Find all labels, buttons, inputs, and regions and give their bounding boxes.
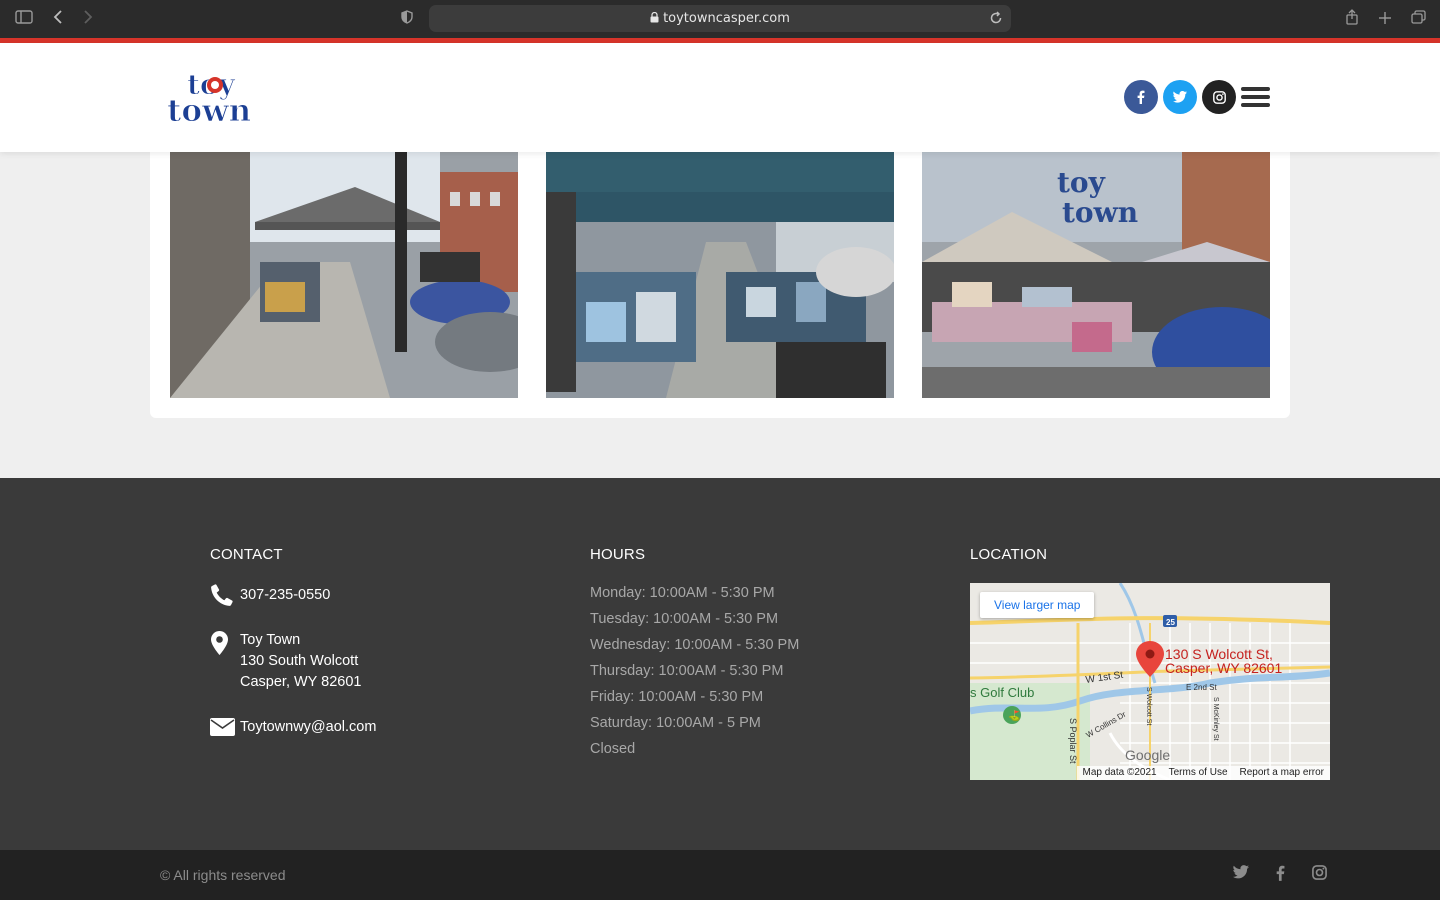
map-terms-link[interactable]: Terms of Use bbox=[1169, 766, 1228, 780]
location-pin-icon bbox=[211, 631, 228, 660]
map-pin-label-line1: 130 S Wolcott St, bbox=[1165, 646, 1273, 662]
map-pin-label-line2: Casper, WY 82601 bbox=[1165, 660, 1283, 676]
map-attribution-bar: Map data ©2021 Terms of Use Report a map… bbox=[1076, 766, 1330, 780]
google-wordmark: Google bbox=[1125, 747, 1170, 763]
instagram-icon bbox=[1212, 90, 1226, 104]
back-icon[interactable] bbox=[48, 9, 68, 29]
phone-icon bbox=[210, 583, 234, 612]
contact-address-name: Toy Town bbox=[240, 632, 301, 648]
facebook-icon bbox=[1137, 90, 1145, 104]
map-street-2nd: E 2nd St bbox=[1186, 683, 1217, 692]
hours-line: Saturday: 10:00AM - 5 PM bbox=[590, 715, 761, 731]
twitter-icon bbox=[1173, 91, 1187, 103]
location-heading: LOCATION bbox=[970, 546, 1048, 563]
hours-line: Thursday: 10:00AM - 5:30 PM bbox=[590, 663, 784, 679]
facebook-button[interactable] bbox=[1124, 80, 1158, 114]
envelope-icon bbox=[210, 718, 235, 741]
contact-address-city: Casper, WY 82601 bbox=[240, 674, 362, 690]
menu-hamburger-icon[interactable] bbox=[1241, 87, 1270, 109]
hours-line: Closed bbox=[590, 741, 636, 757]
map-street-mckinley: S McKinley St bbox=[1212, 697, 1219, 741]
privacy-shield-icon[interactable] bbox=[397, 9, 417, 29]
map-report-link[interactable]: Report a map error bbox=[1240, 766, 1324, 780]
url-display: toytowncasper.com bbox=[429, 5, 1011, 32]
hours-line: Monday: 10:00AM - 5:30 PM bbox=[590, 585, 775, 601]
photo-gallery: toy town bbox=[150, 130, 1290, 418]
forward-icon[interactable] bbox=[78, 9, 98, 29]
view-larger-map-button[interactable]: View larger map bbox=[980, 592, 1095, 618]
lock-icon bbox=[650, 11, 659, 23]
browser-toolbar: toytowncasper.com bbox=[0, 0, 1440, 38]
gallery-photo-sidewalk-tent[interactable] bbox=[170, 152, 518, 398]
map-street-poplar: S Poplar St bbox=[1068, 718, 1078, 764]
map-data-credit: Map data ©2021 bbox=[1082, 767, 1157, 778]
twitter-icon[interactable] bbox=[1233, 865, 1253, 885]
contact-email[interactable]: Toytownwy@aol.com bbox=[240, 717, 376, 738]
instagram-button[interactable] bbox=[1202, 80, 1236, 114]
share-icon[interactable] bbox=[1342, 9, 1362, 29]
embedded-map[interactable]: 25 ⛳ s Golf Club W 1st St E 2nd St S Pop… bbox=[970, 583, 1330, 780]
copyright-text: © All rights reserved bbox=[160, 867, 286, 883]
reload-icon[interactable] bbox=[989, 11, 1003, 25]
logo-bottom-text: town bbox=[167, 93, 251, 126]
gallery-photo-blue-tent[interactable] bbox=[546, 152, 894, 398]
svg-text:toy: toy bbox=[1057, 166, 1106, 199]
sidebar-toggle-icon[interactable] bbox=[14, 9, 34, 29]
bottom-bar: © All rights reserved bbox=[0, 850, 1440, 900]
hours-heading: HOURS bbox=[590, 546, 646, 563]
new-tab-icon[interactable] bbox=[1375, 9, 1395, 29]
twitter-button[interactable] bbox=[1163, 80, 1197, 114]
map-street-wolcott: S Wolcott St bbox=[1145, 687, 1152, 725]
svg-text:⛳: ⛳ bbox=[1008, 709, 1020, 722]
hours-line: Friday: 10:00AM - 5:30 PM bbox=[590, 689, 764, 705]
tab-overview-icon[interactable] bbox=[1408, 9, 1428, 29]
contact-phone[interactable]: 307-235-0550 bbox=[240, 585, 330, 606]
toy-town-logo[interactable]: toy town bbox=[165, 68, 275, 130]
map-golf-label: s Golf Club bbox=[970, 685, 1034, 700]
facebook-icon[interactable] bbox=[1276, 865, 1296, 885]
svg-text:town: town bbox=[1062, 196, 1138, 229]
site-header: toy town bbox=[0, 43, 1440, 152]
address-bar[interactable]: toytowncasper.com bbox=[429, 5, 1011, 32]
contact-address-street: 130 South Wolcott bbox=[240, 653, 359, 669]
contact-heading: CONTACT bbox=[210, 546, 283, 563]
instagram-icon[interactable] bbox=[1312, 865, 1332, 885]
interstate-shield-label: 25 bbox=[1166, 618, 1175, 627]
hours-line: Tuesday: 10:00AM - 5:30 PM bbox=[590, 611, 779, 627]
gallery-photo-storefront[interactable]: toy town bbox=[922, 152, 1270, 398]
hours-line: Wednesday: 10:00AM - 5:30 PM bbox=[590, 637, 800, 653]
site-footer: CONTACT 307-235-0550 Toy Town 130 South … bbox=[0, 478, 1440, 850]
url-text: toytowncasper.com bbox=[663, 11, 790, 26]
